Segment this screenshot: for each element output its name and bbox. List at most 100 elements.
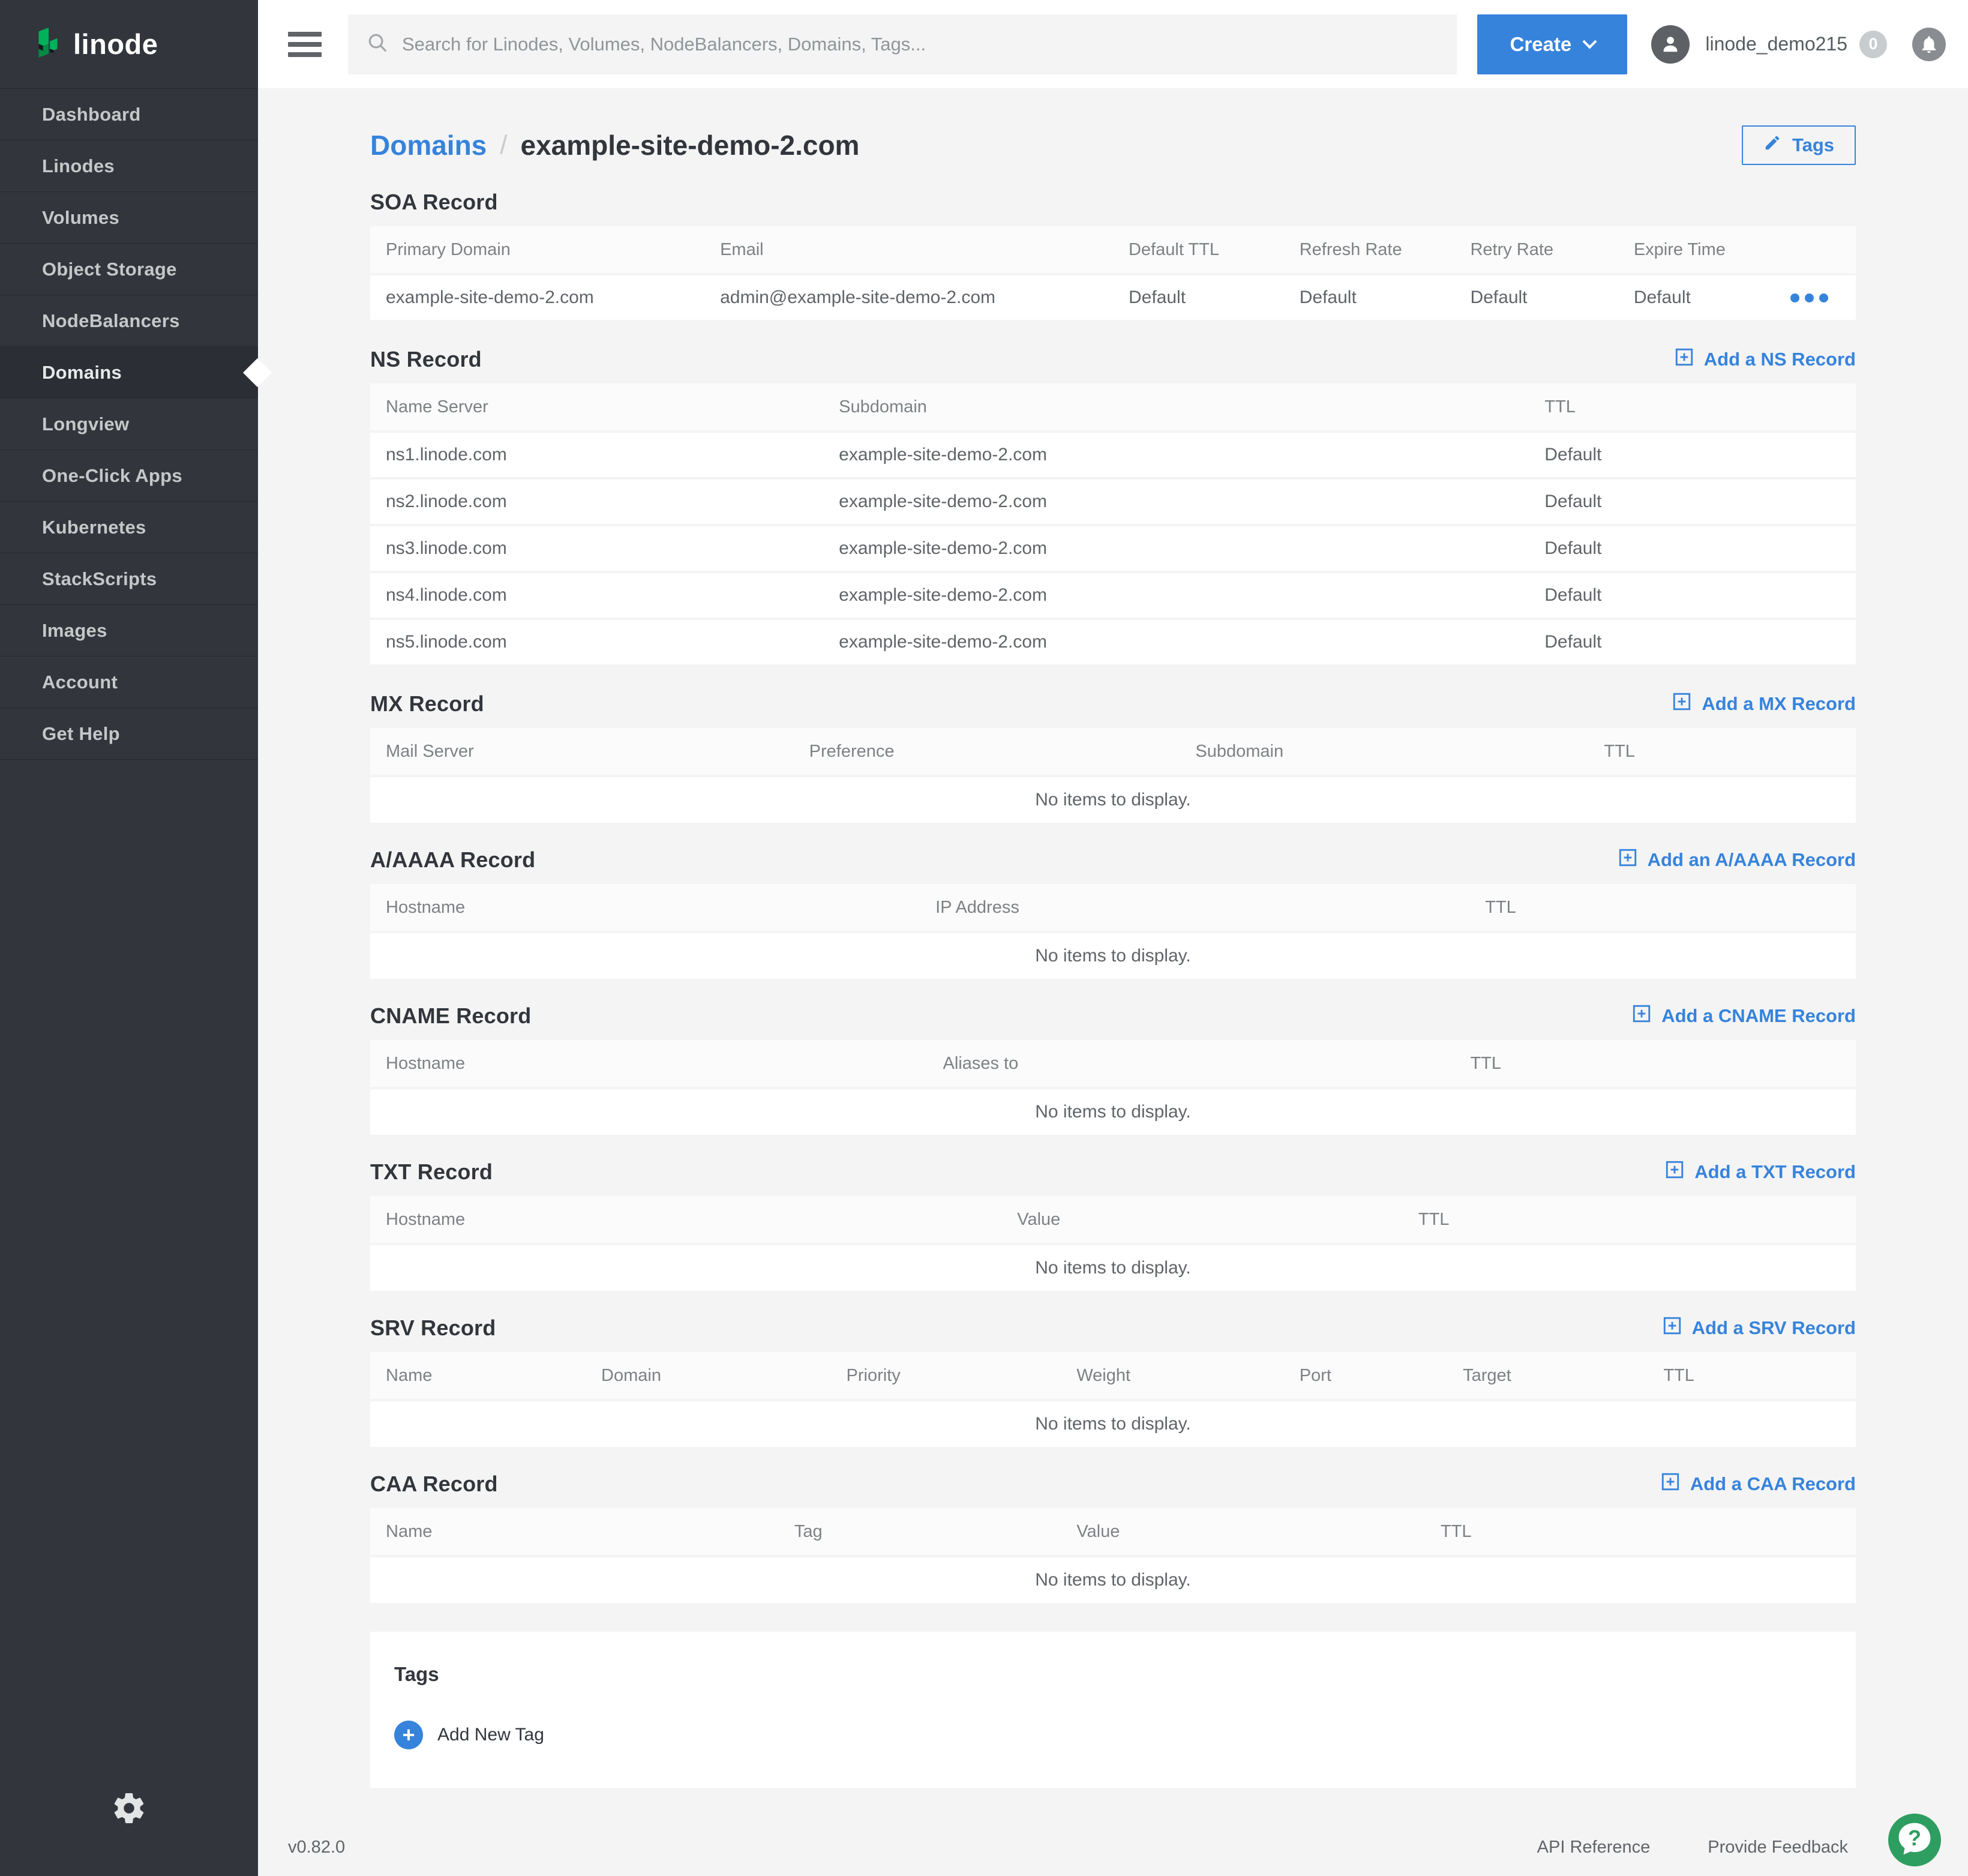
create-button[interactable]: Create [1477, 14, 1627, 74]
add-ns-record-link[interactable]: Add a NS Record [1674, 347, 1856, 372]
add-record-icon [1674, 347, 1694, 372]
breadcrumb-domains-link[interactable]: Domains [370, 129, 487, 161]
column-header: Expire Time [1618, 240, 1767, 260]
add-new-tag-button[interactable]: + Add New Tag [394, 1721, 1832, 1749]
column-header: Value [1001, 1210, 1403, 1230]
api-reference-link[interactable]: API Reference [1537, 1838, 1651, 1857]
cname-record-section: CNAME Record Add a CNAME Record Hostname… [370, 1003, 1856, 1135]
section-title: SOA Record [370, 190, 498, 215]
column-header: Refresh Rate [1284, 240, 1455, 260]
add-a-aaaa-record-link[interactable]: Add an A/AAAA Record [1618, 847, 1856, 873]
sidebar-item-dashboard[interactable]: Dashboard [0, 89, 258, 140]
table-row: ns4.linode.comexample-site-demo-2.comDef… [370, 573, 1856, 620]
column-header: Mail Server [370, 742, 794, 762]
add-txt-record-link[interactable]: Add a TXT Record [1664, 1159, 1856, 1185]
caa-table: NameTagValueTTLNo items to display. [370, 1508, 1856, 1603]
table-cell: example-site-demo-2.com [823, 492, 1529, 512]
notifications-button[interactable] [1912, 28, 1946, 61]
table-cell: ns3.linode.com [370, 538, 823, 559]
a-aaaa-table: HostnameIP AddressTTLNo items to display… [370, 884, 1856, 979]
srv-table: NameDomainPriorityWeightPortTargetTTLNo … [370, 1352, 1856, 1447]
bell-icon [1919, 34, 1939, 55]
column-header: TTL [1403, 1210, 1856, 1230]
column-header: TTL [1469, 898, 1856, 918]
help-bubble-icon: ? [1893, 1817, 1936, 1863]
sidebar-item-get-help[interactable]: Get Help [0, 708, 258, 760]
section-title: CAA Record [370, 1472, 498, 1497]
sidebar-item-volumes[interactable]: Volumes [0, 192, 258, 244]
sidebar-item-linodes[interactable]: Linodes [0, 140, 258, 192]
column-header: TTL [1454, 1054, 1856, 1074]
table-header-row: NameTagValueTTL [370, 1508, 1856, 1557]
sidebar-item-domains[interactable]: Domains [0, 347, 258, 398]
sidebar-item-stackscripts[interactable]: StackScripts [0, 553, 258, 605]
breadcrumb: Domains / example-site-demo-2.com Tags [370, 125, 1856, 165]
sidebar-item-images[interactable]: Images [0, 605, 258, 657]
chevron-down-icon [1583, 34, 1597, 49]
username[interactable]: linode_demo215 [1705, 33, 1847, 55]
srv-record-section: SRV Record Add a SRV Record NameDomainPr… [370, 1315, 1856, 1447]
table-row: ns2.linode.comexample-site-demo-2.comDef… [370, 480, 1856, 526]
add-record-icon [1618, 847, 1638, 873]
sidebar-settings-button[interactable] [0, 1790, 258, 1829]
search-icon [366, 31, 389, 57]
tags-card: Tags + Add New Tag [370, 1632, 1856, 1788]
add-cname-record-link[interactable]: Add a CNAME Record [1631, 1003, 1856, 1029]
column-header: TTL [1529, 397, 1856, 417]
column-header: Subdomain [823, 397, 1529, 417]
linode-logo-icon [35, 25, 60, 63]
provide-feedback-link[interactable]: Provide Feedback [1708, 1838, 1848, 1857]
row-actions-ellipsis[interactable] [1766, 293, 1856, 302]
table-cell: Default [1529, 492, 1856, 512]
sidebar-item-account[interactable]: Account [0, 657, 258, 708]
section-title: A/AAAA Record [370, 847, 535, 873]
table-cell: example-site-demo-2.com [370, 287, 704, 308]
empty-state: No items to display. [370, 1557, 1856, 1603]
avatar[interactable] [1651, 25, 1690, 64]
app-version: v0.82.0 [288, 1838, 345, 1857]
table-cell: ns2.linode.com [370, 492, 823, 512]
help-button[interactable]: ? [1888, 1814, 1941, 1866]
add-record-icon [1672, 691, 1692, 717]
column-header: Name Server [370, 397, 823, 417]
menu-toggle-button[interactable] [288, 32, 322, 57]
column-header: TTL [1588, 742, 1856, 762]
pencil-icon [1763, 134, 1781, 157]
tags-button[interactable]: Tags [1742, 125, 1856, 165]
column-header: Hostname [370, 1210, 1001, 1230]
topbar: Create linode_demo215 0 [258, 0, 1968, 88]
sidebar-item-object-storage[interactable]: Object Storage [0, 244, 258, 295]
add-mx-record-link[interactable]: Add a MX Record [1672, 691, 1856, 717]
column-header: Tag [779, 1522, 1061, 1542]
section-title: SRV Record [370, 1315, 496, 1341]
column-header: Default TTL [1113, 240, 1284, 260]
table-cell: admin@example-site-demo-2.com [704, 287, 1113, 308]
table-cell: Default [1529, 538, 1856, 559]
column-header: Name [370, 1366, 586, 1386]
table-header-row: HostnameValueTTL [370, 1196, 1856, 1245]
linode-logo[interactable]: linode [0, 0, 258, 88]
column-header: TTL [1425, 1522, 1856, 1542]
sidebar-item-kubernetes[interactable]: Kubernetes [0, 502, 258, 553]
global-search [348, 14, 1457, 74]
table-header-row: HostnameIP AddressTTL [370, 884, 1856, 933]
sidebar-item-longview[interactable]: Longview [0, 398, 258, 450]
ns-record-section: NS Record Add a NS Record Name ServerSub… [370, 346, 1856, 667]
sidebar-item-one-click-apps[interactable]: One-Click Apps [0, 450, 258, 502]
column-header: Port [1284, 1366, 1447, 1386]
ns-table: Name ServerSubdomainTTLns1.linode.comexa… [370, 383, 1856, 667]
add-srv-record-link[interactable]: Add a SRV Record [1662, 1315, 1856, 1341]
mx-record-section: MX Record Add a MX Record Mail ServerPre… [370, 691, 1856, 823]
add-caa-record-link[interactable]: Add a CAA Record [1660, 1472, 1856, 1497]
column-header: Value [1061, 1522, 1425, 1542]
search-input[interactable] [402, 34, 1439, 55]
sidebar-item-nodebalancers[interactable]: NodeBalancers [0, 295, 258, 347]
a-aaaa-record-section: A/AAAA Record Add an A/AAAA Record Hostn… [370, 847, 1856, 979]
caa-record-section: CAA Record Add a CAA Record NameTagValue… [370, 1471, 1856, 1603]
user-icon [1658, 32, 1683, 57]
empty-state: No items to display. [370, 1401, 1856, 1447]
column-header: Hostname [370, 898, 920, 918]
section-title: MX Record [370, 691, 484, 717]
column-header: Target [1447, 1366, 1648, 1386]
table-header-row: Primary DomainEmailDefault TTLRefresh Ra… [370, 226, 1856, 275]
